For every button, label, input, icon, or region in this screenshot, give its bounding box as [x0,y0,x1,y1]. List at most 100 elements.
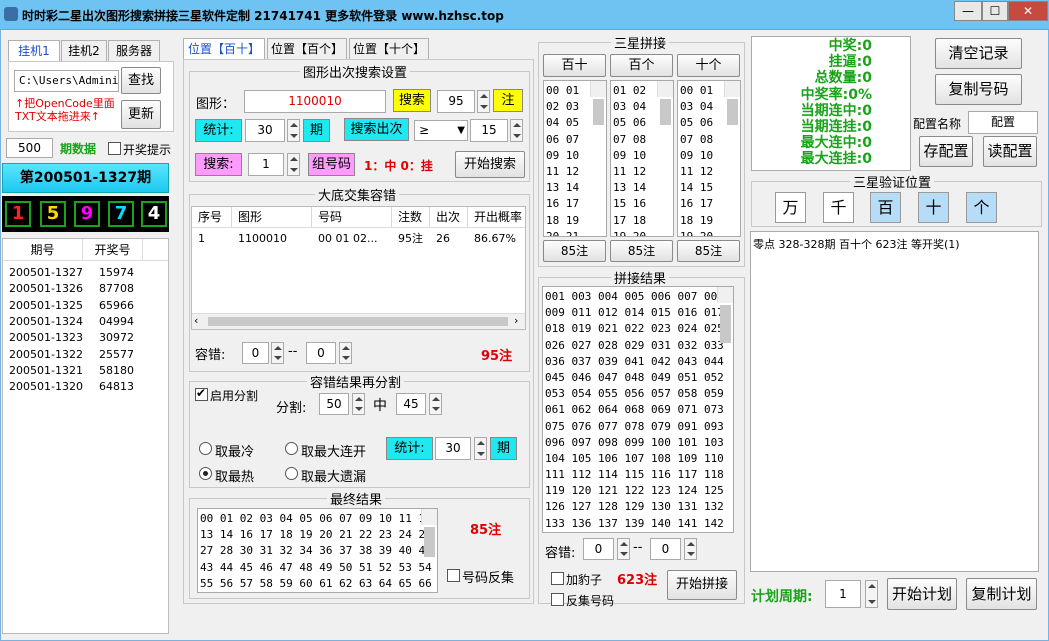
reverse-numbers-checkbox[interactable] [551,593,564,606]
maximize-button[interactable]: ☐ [982,1,1008,21]
list-scrollbar[interactable] [590,81,606,125]
pos-shi[interactable]: 十 [918,192,949,223]
tolerance-from-input[interactable]: 0 [242,342,269,364]
scroll-left-icon[interactable]: ‹ [194,314,198,327]
table-row[interactable]: 200501-1326 87708 [3,281,168,297]
col3-count[interactable]: 85注 [677,240,740,262]
period-count-input[interactable]: 500 [6,138,53,158]
table-row[interactable]: 200501-1321 58180 [3,363,168,379]
tab-pos-baishi[interactable]: 位置【百十】 [183,38,265,60]
hscroll-thumb[interactable] [208,317,508,326]
radio-coldest[interactable] [199,442,212,455]
scroll-right-icon[interactable]: › [514,314,518,327]
list-scrollbar[interactable] [657,81,673,125]
scroll-thumb[interactable] [660,99,671,125]
splice-tol-to-input[interactable]: 0 [650,538,681,560]
table-row[interactable]: 1 1100010 00 01 02... 95注 26 86.67% [192,230,525,247]
group-number-button[interactable]: 组号码 [308,153,355,176]
update-button[interactable]: 更新 [121,100,161,129]
plan-cycle-input[interactable]: 1 [825,580,861,608]
tab-hangup1[interactable]: 挂机1 [8,40,60,62]
shape-input[interactable]: 1100010 [244,90,386,113]
period-button[interactable]: 期 [303,119,330,142]
prize-hint-checkbox[interactable] [108,142,121,155]
stat-input[interactable]: 30 [245,119,285,142]
splice-col3-list[interactable]: 00 01 03 04 05 06 07 08 09 10 11 12 14 15 16 17… [677,80,741,237]
config-name-input[interactable]: 配置 [968,111,1038,134]
table-hscrollbar[interactable]: ‹ › [192,313,525,329]
start-splice-button[interactable]: 开始拼接 [667,570,737,600]
tolerance-to-spinner[interactable] [339,342,352,364]
pos-bai[interactable]: 百 [870,192,901,223]
stat2-input[interactable]: 30 [435,437,471,460]
tab-pos-shige[interactable]: 位置【十个】 [349,38,429,60]
table-row[interactable]: 200501-1320 64813 [3,379,168,395]
clear-records-button[interactable]: 清空记录 [935,38,1022,69]
plan-log[interactable]: 零点 328-328期 百十个 623注 等开奖(1) [750,231,1039,572]
radio-max-miss[interactable] [285,467,298,480]
final-result-scrollbar[interactable] [421,509,437,557]
search-num-input[interactable]: 95 [437,90,475,113]
table-row[interactable]: 200501-1325 65966 [3,298,168,314]
col-baige-button[interactable]: 百个 [610,54,673,77]
pos-qian[interactable]: 千 [823,192,854,223]
compare-value-spinner[interactable] [510,119,523,142]
copy-numbers-button[interactable]: 复制号码 [935,74,1022,105]
split-a-input[interactable]: 50 [319,393,349,415]
tab-pos-baige[interactable]: 位置【百个】 [267,38,347,60]
plan-cycle-spinner[interactable] [865,580,878,608]
start-search-button[interactable]: 开始搜索 [455,151,525,178]
col2-count[interactable]: 85注 [610,240,673,262]
search-count-spinner[interactable] [287,153,300,176]
tolerance-to-input[interactable]: 0 [306,342,336,364]
pos-ge[interactable]: 个 [966,192,997,223]
save-config-button[interactable]: 存配置 [919,136,973,167]
radio-max-streak[interactable] [285,442,298,455]
list-scrollbar[interactable] [717,287,733,343]
compare-select[interactable]: ≥ ▼ [414,120,468,141]
list-scrollbar[interactable] [724,81,740,125]
splice-tol-to-spinner[interactable] [684,538,697,560]
radio-hottest[interactable] [199,467,212,480]
table-row[interactable]: 200501-1324 04994 [3,314,168,330]
search-button[interactable]: 搜索 [393,89,431,112]
find-button[interactable]: 查找 [121,67,161,94]
load-config-button[interactable]: 读配置 [983,136,1037,167]
table-row[interactable]: 200501-1322 25577 [3,347,168,363]
splice-tol-from-input[interactable]: 0 [583,538,614,560]
split-b-spinner[interactable] [429,393,442,415]
period2-button[interactable]: 期 [490,437,517,460]
compare-value-input[interactable]: 15 [470,119,508,142]
splice-result-list[interactable]: 001 003 004 005 006 007 008 009 011 012 0… [542,286,734,533]
stat2-spinner[interactable] [474,437,487,460]
add-leopard-checkbox[interactable] [551,572,564,585]
scroll-thumb[interactable] [720,305,731,343]
col-baishi-button[interactable]: 百十 [543,54,606,77]
search-count-input[interactable]: 1 [248,153,284,176]
tab-server[interactable]: 服务器 [108,40,160,62]
splice-tol-from-spinner[interactable] [617,538,630,560]
note-button[interactable]: 注 [493,89,523,112]
close-button[interactable]: ✕ [1008,1,1048,21]
search-num-spinner[interactable] [477,90,490,113]
scroll-thumb[interactable] [593,99,604,125]
table-row[interactable]: 200501-1327 15974 [3,265,168,281]
table-row[interactable]: 200501-1323 30972 [3,330,168,346]
tolerance-from-spinner[interactable] [271,342,284,364]
minimize-button[interactable]: — [954,1,982,21]
copy-plan-button[interactable]: 复制计划 [966,578,1037,610]
col-shige-button[interactable]: 十个 [677,54,740,77]
splice-col2-list[interactable]: 01 02 03 04 05 06 07 08 09 10 11 12 13 14 15 16… [610,80,674,237]
scroll-thumb[interactable] [424,527,435,557]
stat-spinner[interactable] [287,119,300,142]
enable-split-checkbox[interactable] [195,386,208,401]
split-a-spinner[interactable] [352,393,365,415]
reverse-checkbox[interactable] [447,569,460,582]
opencode-path-input[interactable]: C:\Users\Administ [14,70,119,92]
splice-col1-list[interactable]: 00 01 02 03 04 05 06 07 09 10 11 12 13 14 16 17… [543,80,607,237]
col1-count[interactable]: 85注 [543,240,606,262]
scroll-thumb[interactable] [727,99,738,125]
tab-hangup2[interactable]: 挂机2 [61,40,107,62]
start-plan-button[interactable]: 开始计划 [887,578,957,610]
split-b-input[interactable]: 45 [396,393,426,415]
